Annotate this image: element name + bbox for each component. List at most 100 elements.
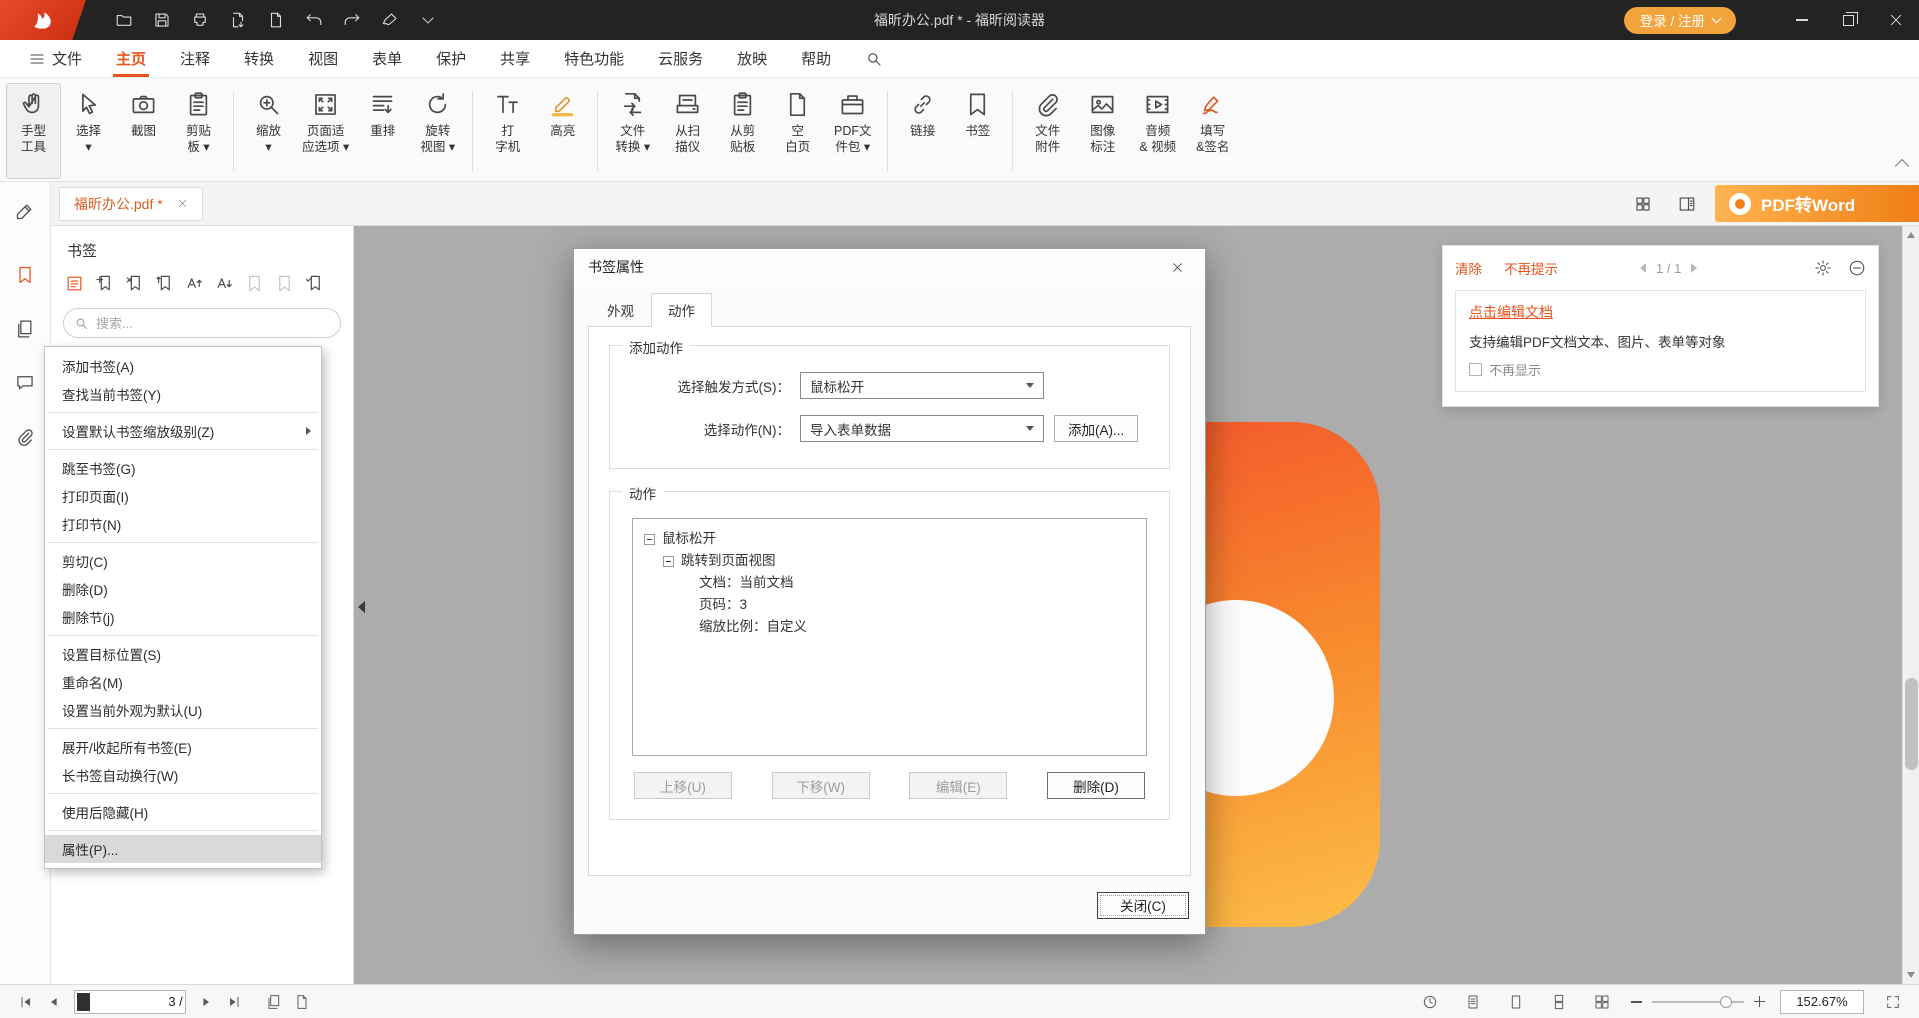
tab-form[interactable]: 表单 bbox=[355, 40, 419, 77]
foxit-logo[interactable] bbox=[0, 0, 86, 40]
dialog-tab-action[interactable]: 动作 bbox=[651, 293, 712, 327]
ribbon-audio-video-button[interactable]: 音频 & 视频 bbox=[1130, 83, 1185, 179]
goto-bookmark-icon[interactable] bbox=[151, 271, 178, 296]
ribbon-convert-button[interactable]: 文件 转换 ▾ bbox=[605, 83, 660, 179]
menu-item-set-default-appearance[interactable]: 设置当前外观为默认(U) bbox=[45, 696, 321, 724]
next-page-button[interactable] bbox=[192, 989, 220, 1015]
ribbon-fit-options-button[interactable]: 页面适 应选项 ▾ bbox=[296, 83, 355, 179]
ribbon-from-clipboard-button[interactable]: 从剪 贴板 bbox=[715, 83, 770, 179]
tab-close-icon[interactable] bbox=[177, 196, 188, 212]
menu-file[interactable]: 文件 bbox=[12, 40, 99, 77]
ribbon-reflow-button[interactable]: 重排 bbox=[355, 83, 410, 179]
scroll-up-icon[interactable] bbox=[1907, 232, 1915, 238]
menu-item-delete[interactable]: 删除(D) bbox=[45, 575, 321, 603]
tab-cloud[interactable]: 云服务 bbox=[641, 40, 720, 77]
bookmark-search[interactable] bbox=[63, 308, 341, 338]
next-bookmark-icon[interactable] bbox=[271, 271, 298, 296]
reading-layout-icon[interactable] bbox=[1671, 189, 1703, 219]
ribbon-blank-page-button[interactable]: 空 白页 bbox=[770, 83, 825, 179]
page-number-field[interactable] bbox=[74, 990, 186, 1014]
single-page-icon[interactable] bbox=[1502, 989, 1530, 1015]
zoom-level-field[interactable] bbox=[1780, 990, 1864, 1014]
edit-document-link[interactable]: 点击编辑文档 bbox=[1469, 304, 1553, 320]
tab-convert[interactable]: 转换 bbox=[227, 40, 291, 77]
edit-action-button[interactable]: 编辑(E) bbox=[909, 772, 1007, 799]
dialog-title-bar[interactable]: 书签属性 bbox=[574, 249, 1205, 285]
dont-show-checkbox[interactable] bbox=[1469, 363, 1482, 376]
bookmark-settings-icon[interactable] bbox=[301, 271, 328, 296]
menu-item-goto-bookmark[interactable]: 跳至书签(G) bbox=[45, 454, 321, 482]
page-number-input[interactable] bbox=[93, 994, 186, 1009]
comments-panel-icon[interactable] bbox=[0, 366, 50, 400]
ribbon-clipboard-button[interactable]: 剪贴 板 ▾ bbox=[171, 83, 226, 179]
last-page-button[interactable] bbox=[220, 989, 248, 1015]
collapse-ribbon-icon[interactable] bbox=[1895, 159, 1909, 173]
panel-collapse-handle[interactable] bbox=[354, 586, 368, 628]
prev-hint-icon[interactable] bbox=[1640, 263, 1646, 273]
auto-scroll-icon[interactable] bbox=[1416, 989, 1444, 1015]
login-button[interactable]: 登录 / 注册 bbox=[1624, 7, 1736, 34]
hide-hint-icon[interactable] bbox=[1848, 259, 1866, 277]
ribbon-pdf-package-button[interactable]: PDF文 件包 ▾ bbox=[825, 83, 880, 179]
next-hint-icon[interactable] bbox=[1691, 263, 1697, 273]
tab-slideshow[interactable]: 放映 bbox=[720, 40, 784, 77]
delete-bookmark-icon[interactable] bbox=[121, 271, 148, 296]
zoom-level-input[interactable] bbox=[1781, 991, 1863, 1013]
ribbon-select-button[interactable]: 选择 ▾ bbox=[61, 83, 116, 179]
redo-button[interactable] bbox=[336, 5, 368, 35]
menu-item-rename[interactable]: 重命名(M) bbox=[45, 668, 321, 696]
export-button[interactable] bbox=[222, 5, 254, 35]
ribbon-hand-tool-button[interactable]: 手型 工具 bbox=[6, 83, 61, 179]
tree-collapse-icon[interactable] bbox=[663, 556, 674, 567]
ribbon-snapshot-button[interactable]: 截图 bbox=[116, 83, 171, 179]
ribbon-rotate-view-button[interactable]: 旋转 视图 ▾ bbox=[410, 83, 465, 179]
ribbon-from-scanner-button[interactable]: 从扫 描仪 bbox=[660, 83, 715, 179]
menu-item-print-section[interactable]: 打印节(N) bbox=[45, 510, 321, 538]
bookmarks-panel-icon[interactable] bbox=[0, 258, 50, 292]
tab-protect[interactable]: 保护 bbox=[419, 40, 483, 77]
menu-item-print-page[interactable]: 打印页面(I) bbox=[45, 482, 321, 510]
no-prompt-button[interactable]: 不再提示 bbox=[1504, 258, 1558, 278]
tab-comment[interactable]: 注释 bbox=[163, 40, 227, 77]
facing-continuous-icon[interactable] bbox=[1588, 989, 1616, 1015]
menu-item-default-zoom[interactable]: 设置默认书签缩放级别(Z) bbox=[45, 417, 321, 445]
menu-item-set-destination[interactable]: 设置目标位置(S) bbox=[45, 640, 321, 668]
gear-icon[interactable] bbox=[1814, 259, 1832, 277]
ribbon-fill-sign-button[interactable]: 填写 &签名 bbox=[1185, 83, 1240, 179]
menu-item-hide-after-use[interactable]: 使用后隐藏(H) bbox=[45, 798, 321, 826]
tab-share[interactable]: 共享 bbox=[483, 40, 547, 77]
menubar-search-button[interactable] bbox=[858, 44, 890, 74]
scroll-down-icon[interactable] bbox=[1907, 972, 1915, 978]
action-tree[interactable]: 鼠标松开 跳转到页面视图 文档：当前文档 页码：3 缩放比例：自定义 bbox=[632, 518, 1147, 756]
ribbon-typewriter-button[interactable]: 打 字机 bbox=[480, 83, 535, 179]
print-button[interactable] bbox=[184, 5, 216, 35]
format-brush-button[interactable] bbox=[374, 5, 406, 35]
attachments-panel-icon[interactable] bbox=[0, 420, 50, 454]
move-down-button[interactable]: 下移(W) bbox=[772, 772, 870, 799]
collapse-bookmark-text-icon[interactable] bbox=[211, 271, 238, 296]
ribbon-zoom-button[interactable]: 缩放 ▾ bbox=[241, 83, 296, 179]
new-doc-button[interactable] bbox=[260, 5, 292, 35]
menu-item-wrap-long-bookmarks[interactable]: 长书签自动换行(W) bbox=[45, 761, 321, 789]
customize-toolbar-button[interactable] bbox=[412, 5, 444, 35]
tab-home[interactable]: 主页 bbox=[99, 40, 163, 77]
prev-page-button[interactable] bbox=[40, 989, 68, 1015]
menu-item-cut[interactable]: 剪切(C) bbox=[45, 547, 321, 575]
ribbon-file-attach-button[interactable]: 文件 附件 bbox=[1020, 83, 1075, 179]
continuous-scrolling-icon[interactable] bbox=[1545, 989, 1573, 1015]
close-dialog-button[interactable]: 关闭(C) bbox=[1097, 892, 1189, 919]
dialog-close-button[interactable] bbox=[1163, 253, 1191, 281]
undo-button[interactable] bbox=[298, 5, 330, 35]
trigger-type-select[interactable]: 鼠标松开 bbox=[800, 372, 1044, 399]
menu-item-expand-collapse-all[interactable]: 展开/收起所有书签(E) bbox=[45, 733, 321, 761]
minimize-button[interactable] bbox=[1778, 0, 1825, 40]
zoom-slider[interactable] bbox=[1652, 1001, 1744, 1003]
clear-hint-button[interactable]: 清除 bbox=[1455, 258, 1482, 278]
bookmark-search-input[interactable] bbox=[96, 316, 330, 331]
zoom-out-icon[interactable] bbox=[1631, 996, 1642, 1007]
add-action-button[interactable]: 添加(A)... bbox=[1054, 415, 1138, 442]
add-bookmark-icon[interactable] bbox=[91, 271, 118, 296]
open-file-button[interactable] bbox=[108, 5, 140, 35]
prev-bookmark-icon[interactable] bbox=[241, 271, 268, 296]
ribbon-image-annotation-button[interactable]: 图像 标注 bbox=[1075, 83, 1130, 179]
